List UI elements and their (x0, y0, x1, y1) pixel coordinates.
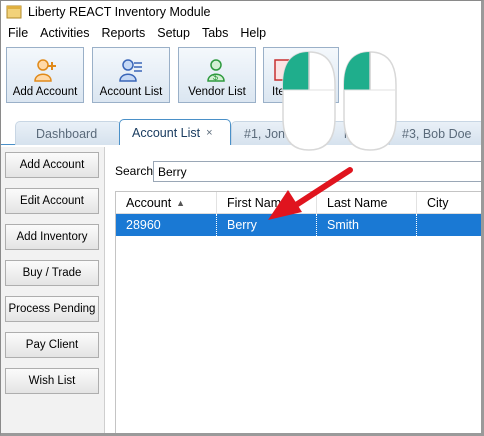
column-header-first-name[interactable]: First Nam (217, 192, 317, 214)
tab-jona-label: #1, Jona (244, 126, 292, 141)
svg-text:$: $ (213, 72, 218, 82)
item-list-toolbar-label: Ite (272, 86, 285, 98)
menu-file[interactable]: File (3, 26, 33, 40)
account-list-toolbar-button[interactable]: Account List (92, 47, 170, 103)
vendor-list-toolbar-button[interactable]: $ Vendor List (178, 47, 256, 103)
grid-header: Account ▲ First Nam Last Name City (116, 192, 481, 214)
sidebar-add-account-button[interactable]: Add Account (5, 152, 99, 178)
vendor-list-icon: $ (207, 59, 225, 82)
tab-bob-doe[interactable]: #3, Bob Doe (389, 121, 481, 145)
sidebar-wish-list-button[interactable]: Wish List (5, 368, 99, 394)
column-header-city[interactable]: City (417, 192, 481, 214)
item-list-toolbar-button[interactable]: Ite (263, 47, 339, 103)
accounts-grid: Account ▲ First Nam Last Name City 28960… (115, 191, 481, 433)
sidebar-add-inventory-button[interactable]: Add Inventory (5, 224, 99, 250)
column-header-last-name-label: Last Name (327, 196, 388, 210)
tab-dashboard-label: Dashboard (36, 126, 98, 141)
sidebar: Add Account Edit Account Add Inventory B… (1, 147, 105, 433)
tab-bob-doe-label: #3, Bob Doe (402, 126, 472, 141)
sort-ascending-icon: ▲ (176, 198, 186, 208)
account-list-toolbar-label: Account List (99, 86, 163, 98)
table-row[interactable]: 28960 Berry Smith (116, 214, 481, 236)
sidebar-pay-client-button[interactable]: Pay Client (5, 332, 99, 358)
toolbar: Add Account Account List $ Vendor List I… (1, 43, 481, 105)
account-list-panel: Search Account ▲ First Nam Last Name Cit… (105, 147, 481, 433)
vendor-list-toolbar-label: Vendor List (188, 86, 246, 98)
search-label: Search (115, 164, 154, 178)
menu-reports[interactable]: Reports (96, 26, 150, 40)
column-header-account[interactable]: Account ▲ (116, 192, 217, 214)
app-icon (6, 5, 22, 19)
tab-jona-label-tail: ron (343, 126, 363, 141)
menu-help[interactable]: Help (235, 26, 271, 40)
cell-city (417, 214, 481, 236)
menu-activities[interactable]: Activities (35, 26, 94, 40)
app-window: Liberty REACT Inventory Module File Acti… (0, 0, 484, 436)
cell-account: 28960 (116, 214, 217, 236)
menu-tabs[interactable]: Tabs (197, 26, 233, 40)
item-list-icon (274, 59, 294, 81)
column-header-last-name[interactable]: Last Name (317, 192, 417, 214)
menu-bar: File Activities Reports Setup Tabs Help (1, 23, 481, 43)
sidebar-process-pending-button[interactable]: Process Pending (5, 296, 99, 322)
column-header-city-label: City (427, 196, 449, 210)
add-account-icon (34, 59, 56, 82)
cell-first-name: Berry (217, 214, 317, 236)
sidebar-edit-account-button[interactable]: Edit Account (5, 188, 99, 214)
add-account-toolbar-label: Add Account (12, 86, 78, 98)
add-account-toolbar-button[interactable]: Add Account (6, 47, 84, 103)
column-header-first-name-label: First Nam (227, 196, 282, 210)
window-title: Liberty REACT Inventory Module (28, 5, 211, 19)
cell-last-name: Smith (317, 214, 417, 236)
column-header-account-label: Account (126, 196, 172, 210)
tab-dashboard[interactable]: Dashboard (15, 121, 121, 145)
title-bar: Liberty REACT Inventory Module (1, 1, 481, 23)
sidebar-buy-trade-button[interactable]: Buy / Trade (5, 260, 99, 286)
tab-account-list[interactable]: Account List × (119, 119, 231, 145)
tab-account-list-label: Account List (132, 125, 201, 140)
account-list-icon (119, 59, 142, 82)
menu-setup[interactable]: Setup (152, 26, 195, 40)
tab-strip: Dashboard Account List × #1, Jona ron #3… (1, 113, 481, 145)
tab-jona[interactable]: #1, Jona ron (231, 121, 391, 145)
search-input[interactable] (153, 161, 481, 182)
close-icon[interactable]: × (206, 127, 212, 139)
